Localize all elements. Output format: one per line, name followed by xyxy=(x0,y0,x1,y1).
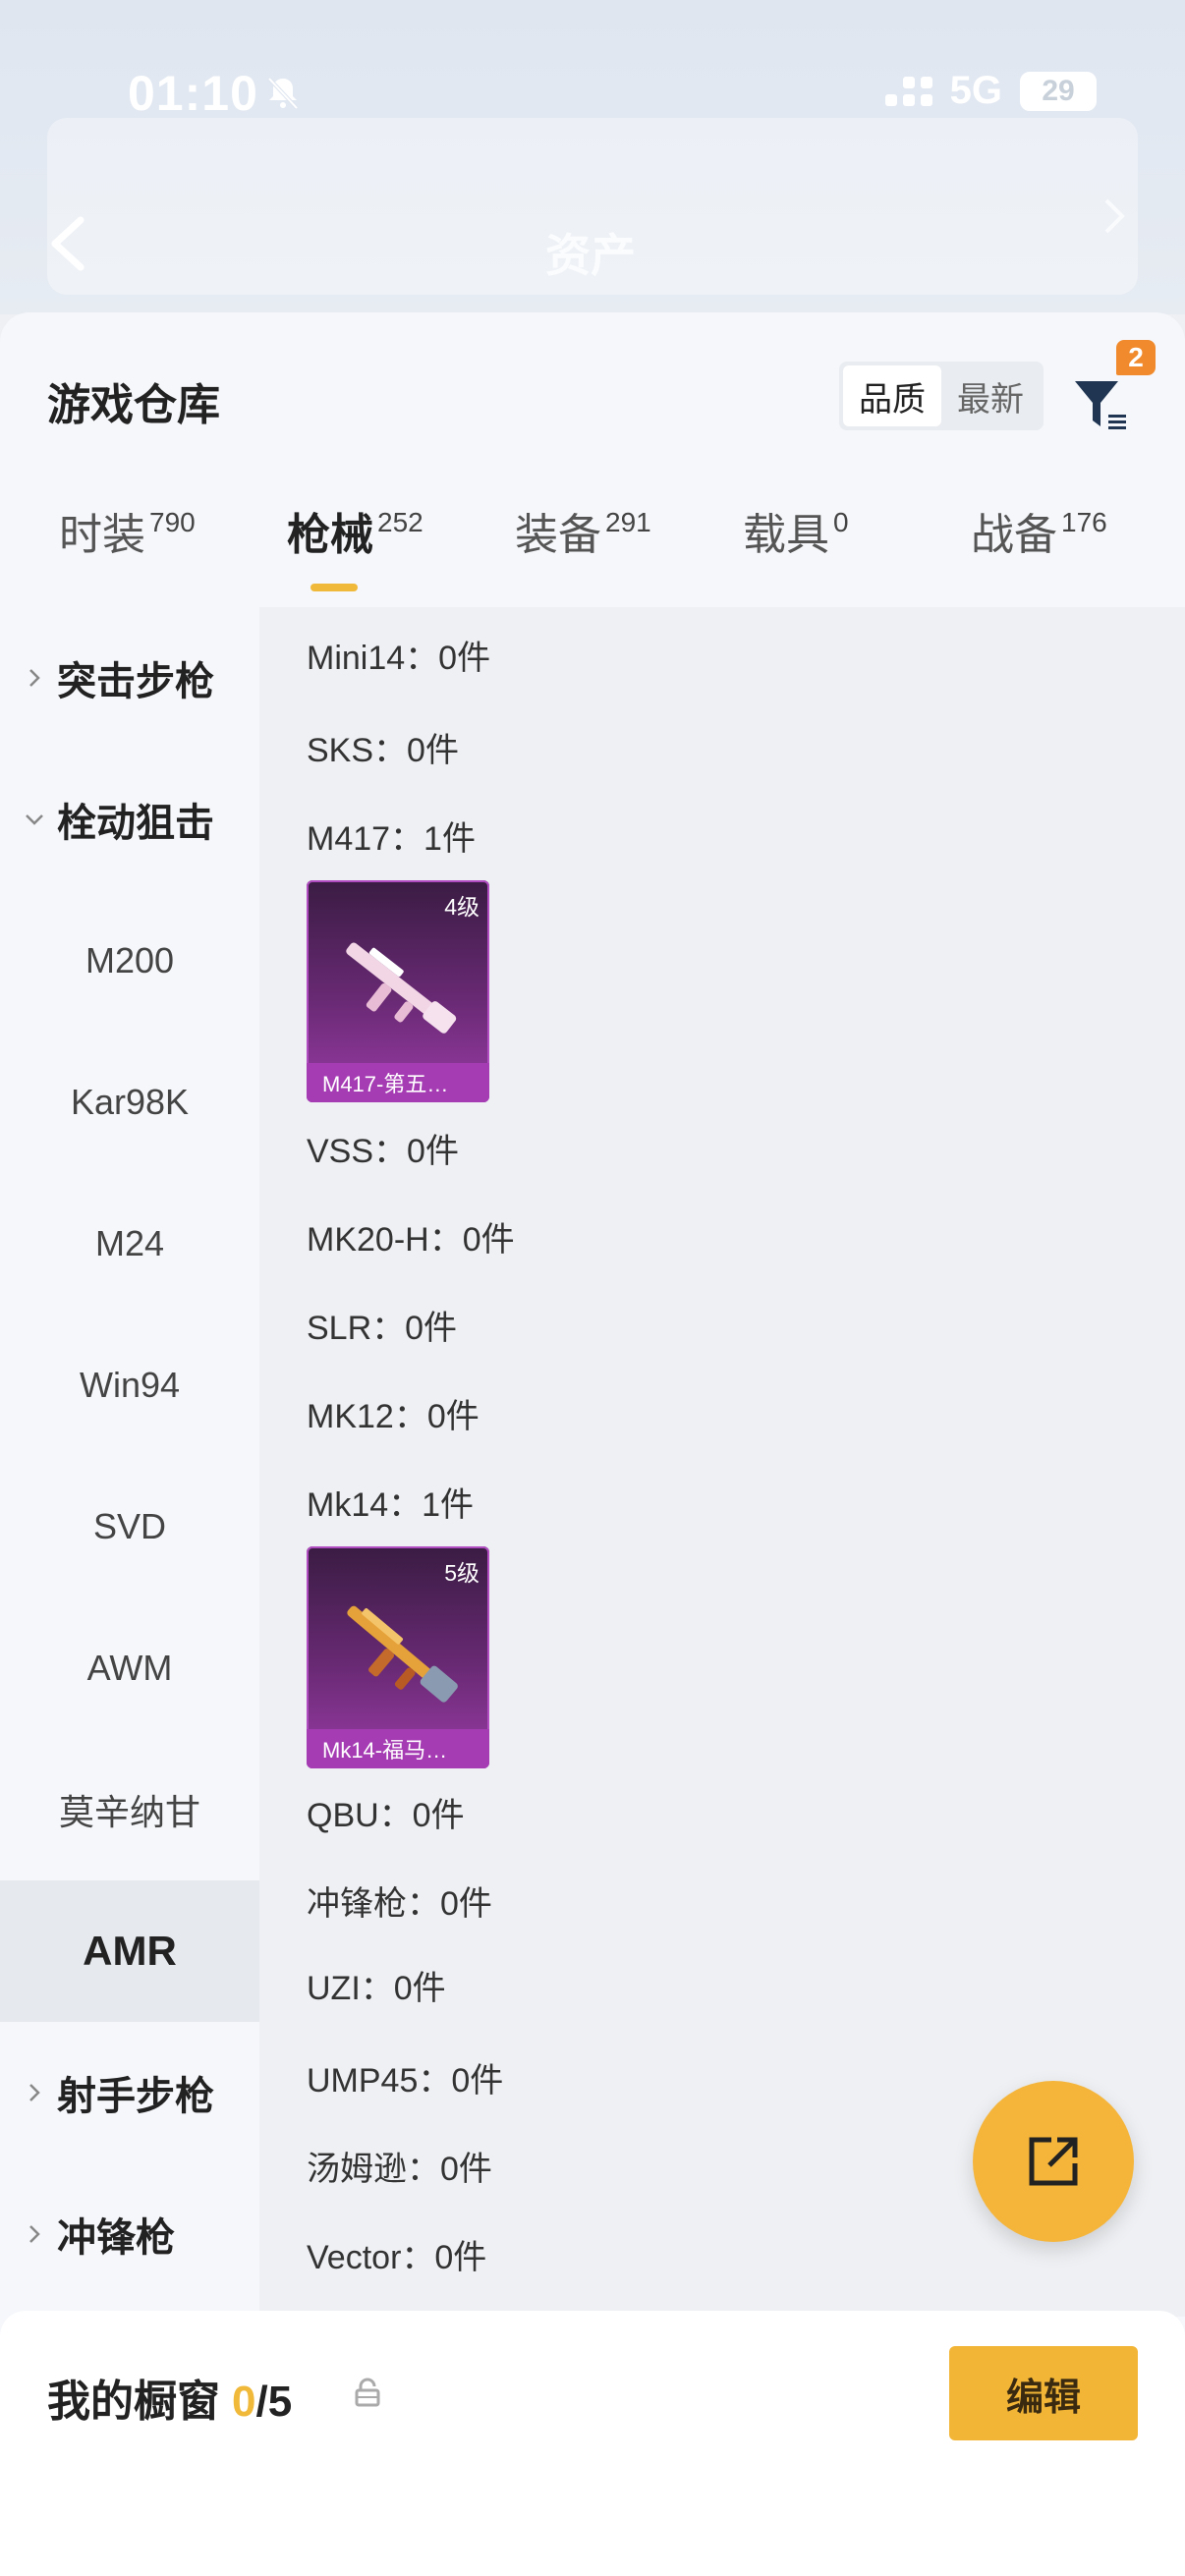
active-tab-indicator xyxy=(310,584,358,591)
chevron-right-icon xyxy=(29,2084,40,2101)
tab-count: 252 xyxy=(377,507,423,537)
edit-button[interactable]: 编辑 xyxy=(949,2346,1138,2440)
sidebar-group-marksman[interactable]: 射手步枪 xyxy=(0,2022,259,2163)
sidebar-item-m24[interactable]: M24 xyxy=(0,1173,259,1315)
list-item-m417[interactable]: M417：1件 xyxy=(307,812,476,860)
warehouse-sheet: 游戏仓库 品质 最新 2 时装 790 枪械 252 装备 291 载具 0 战备 176… xyxy=(0,312,1185,2576)
tab-count: 0 xyxy=(833,507,849,537)
background-header: 01:10 5G 29 资产 xyxy=(0,0,1185,314)
showcase-total: /5 xyxy=(255,2378,293,2426)
chevron-down-icon xyxy=(26,814,43,825)
tab-label: 装备 xyxy=(515,511,601,559)
status-time: 01:10 xyxy=(128,66,258,121)
sidebar-item-awm[interactable]: AWM xyxy=(0,1597,259,1739)
share-icon xyxy=(1029,2137,1078,2186)
sidebar-item-amr[interactable]: AMR xyxy=(0,1880,259,2022)
tab-count: 790 xyxy=(149,507,196,537)
battery-icon: 29 xyxy=(1020,71,1097,111)
tab-label: 时装 xyxy=(59,511,145,559)
sheet-title: 游戏仓库 xyxy=(47,381,220,429)
list-item-slr[interactable]: SLR：0件 xyxy=(307,1301,457,1349)
chevron-right-icon xyxy=(29,2225,40,2243)
sort-quality-option[interactable]: 品质 xyxy=(843,365,941,426)
sidebar-group-label: 栓动狙击 xyxy=(57,802,214,845)
tab-count: 176 xyxy=(1061,507,1107,537)
mute-bell-icon xyxy=(267,77,299,110)
lock-icon xyxy=(355,2378,380,2407)
list-item-mk20h[interactable]: MK20-H：0件 xyxy=(307,1212,515,1260)
rifle-skin-icon xyxy=(346,942,457,1034)
filter-count-badge: 2 xyxy=(1116,340,1156,375)
list-item-smg-header[interactable]: 冲锋枪：0件 xyxy=(307,1876,492,1925)
showcase-title: 我的橱窗 xyxy=(47,2378,220,2426)
tab-vehicles[interactable]: 载具 0 xyxy=(743,499,849,607)
weapon-skin-card[interactable]: 4级 M417-第五… xyxy=(307,880,489,1102)
list-item-thompson[interactable]: 汤姆逊：0件 xyxy=(307,2142,492,2190)
tab-label: 枪械 xyxy=(287,511,373,559)
sort-newest-option[interactable]: 最新 xyxy=(941,365,1040,426)
weapon-category-sidebar: 突击步枪 栓动狙击 M200 Kar98K M24 Win94 SVD AWM … xyxy=(0,607,259,2317)
back-icon[interactable] xyxy=(45,214,92,273)
sidebar-item-win94[interactable]: Win94 xyxy=(0,1315,259,1456)
list-item-sks[interactable]: SKS：0件 xyxy=(307,723,459,771)
tab-label: 载具 xyxy=(743,511,829,559)
list-item-vector[interactable]: Vector：0件 xyxy=(307,2230,486,2278)
showcase-current-count: 0 xyxy=(232,2378,256,2426)
battery-level: 29 xyxy=(1042,74,1075,107)
sidebar-group-bolt[interactable]: 栓动狙击 xyxy=(0,749,259,890)
weapon-skin-card[interactable]: 5级 Mk14-福马… xyxy=(307,1546,489,1768)
list-item-vss[interactable]: VSS：0件 xyxy=(307,1124,459,1172)
sidebar-group-smg[interactable]: 冲锋枪 xyxy=(0,2163,259,2305)
card-name: Mk14-福马… xyxy=(307,1729,489,1768)
sidebar-item-mosin[interactable]: 莫辛纳甘 xyxy=(0,1739,259,1880)
sidebar-item-kar98k[interactable]: Kar98K xyxy=(0,1032,259,1173)
tab-count: 291 xyxy=(605,507,651,537)
list-item-qbu[interactable]: QBU：0件 xyxy=(307,1788,465,1836)
sort-toggle: 品质 最新 xyxy=(839,362,1044,430)
chevron-right-icon xyxy=(29,669,40,687)
showcase-label: 我的橱窗 0 /5 xyxy=(47,2366,292,2429)
list-item-ump45[interactable]: UMP45：0件 xyxy=(307,2053,503,2101)
showcase-bar: 我的橱窗 0 /5 编辑 xyxy=(0,2311,1185,2576)
sidebar-group-label: 射手步枪 xyxy=(57,2075,214,2118)
sidebar-item-svd[interactable]: SVD xyxy=(0,1456,259,1597)
signal-icon xyxy=(884,76,932,106)
network-label: 5G xyxy=(949,69,1002,112)
list-item-uzi[interactable]: UZI：0件 xyxy=(307,1961,446,2009)
tab-gear[interactable]: 战备 176 xyxy=(971,499,1107,607)
weapon-list: Mini14：0件 SKS：0件 M417：1件 4级 M417-第五… VSS… xyxy=(259,607,1185,2317)
rifle-skin-icon xyxy=(347,1605,458,1703)
category-tabs: 时装 790 枪械 252 装备 291 载具 0 战备 176 xyxy=(0,499,1185,607)
sidebar-group-label: 突击步枪 xyxy=(57,660,214,703)
tab-fashion[interactable]: 时装 790 xyxy=(59,499,196,607)
card-name: M417-第五… xyxy=(307,1063,489,1102)
sidebar-group-assault[interactable]: 突击步枪 xyxy=(0,607,259,749)
list-item-mini14[interactable]: Mini14：0件 xyxy=(307,631,490,679)
background-page-title: 资产 xyxy=(545,230,636,281)
list-item-mk12[interactable]: MK12：0件 xyxy=(307,1389,480,1437)
status-right: 5G 29 xyxy=(884,69,1097,113)
chevron-right-icon xyxy=(1104,198,1125,234)
list-item-mk14[interactable]: Mk14：1件 xyxy=(307,1478,474,1526)
share-button[interactable] xyxy=(973,2081,1134,2242)
tab-equipment[interactable]: 装备 291 xyxy=(515,499,651,607)
sidebar-item-m200[interactable]: M200 xyxy=(0,890,259,1032)
sidebar-group-label: 冲锋枪 xyxy=(57,2216,175,2260)
tab-label: 战备 xyxy=(971,511,1057,559)
